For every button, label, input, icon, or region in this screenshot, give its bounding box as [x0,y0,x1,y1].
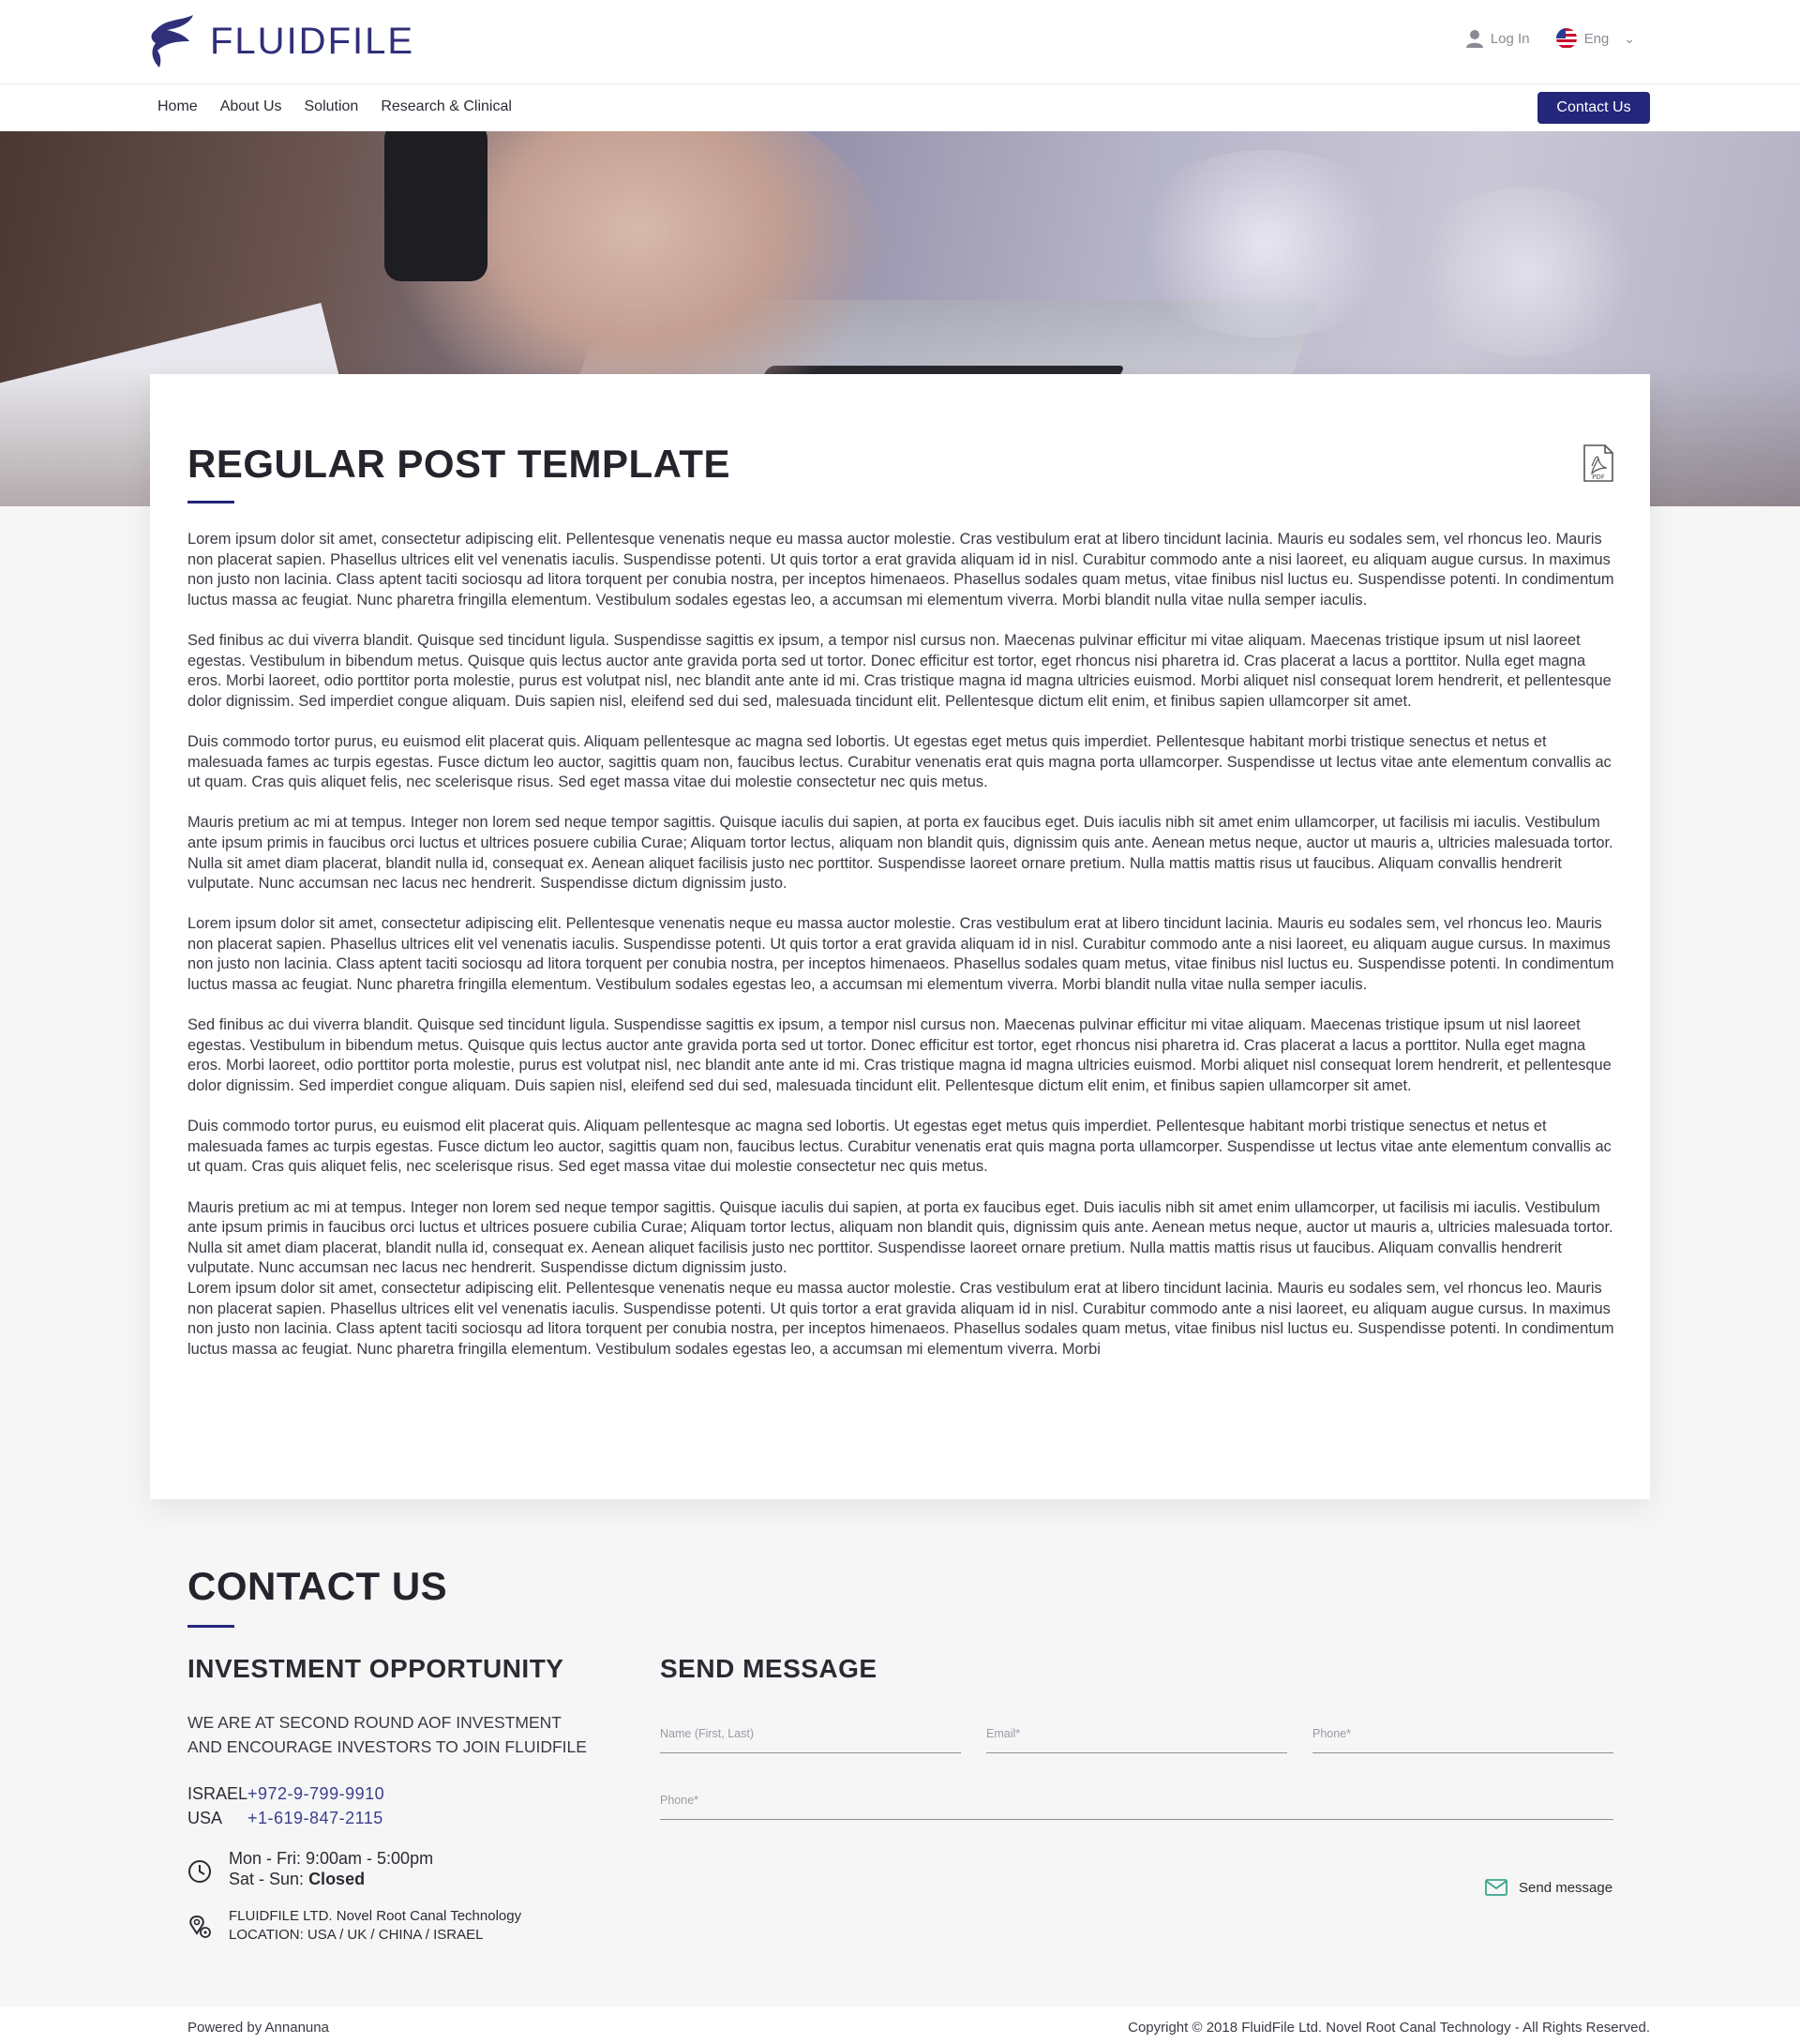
hours-weekday: Mon - Fri: 9:00am - 5:00pm [229,1849,434,1868]
address-line: LOCATION: USA / UK / CHINA / ISRAEL [229,1927,484,1943]
email-field[interactable]: Email* [986,1720,1287,1753]
hours-weekend: Sat - Sun: Closed [229,1869,433,1889]
investment-title: INVESTMENT OPPORTUNITY [188,1654,564,1683]
copyright: Copyright © 2018 FluidFile Ltd. Novel Ro… [1128,2020,1650,2036]
phone-number-link[interactable]: +972-9-799-9910 [248,1781,384,1806]
post-paragraph: Lorem ipsum dolor sit amet, consectetur … [188,915,1614,994]
footer: Powered by Annanuna Copyright © 2018 Flu… [0,2006,1800,2044]
send-message-button[interactable]: Send message [1485,1879,1612,1896]
location-pin-icon [189,1915,211,1938]
post-body: Lorem ipsum dolor sit amet, consectetur … [188,530,1614,1360]
post-paragraph: Lorem ipsum dolor sit amet, consectetur … [188,1279,1614,1358]
post-card: REGULAR POST TEMPLATE PDF Lorem ipsum do… [150,374,1650,1499]
phone-number-link[interactable]: +1-619-847-2115 [248,1806,383,1830]
phone-country: ISRAEL [188,1784,248,1803]
send-message-label: Send message [1519,1879,1613,1896]
post-paragraph: Mauris pretium ac mi at tempus. Integer … [188,814,1613,893]
powered-by[interactable]: Powered by Annanuna [188,2020,329,2036]
contact-underline [188,1625,234,1628]
us-flag-icon [1555,28,1577,49]
send-message-title: SEND MESSAGE [660,1654,878,1683]
language-label: Eng [1583,30,1610,47]
address-line: FLUIDFILE LTD. Novel Root Canal Technolo… [229,1908,522,1924]
clock-icon [188,1860,211,1883]
login-label: Log In [1490,30,1530,47]
phone-row: USA +1-619-847-2115 [188,1806,384,1830]
phone-country: USA [188,1809,223,1827]
post-title: REGULAR POST TEMPLATE [188,442,731,486]
top-right-controls: Log In Eng ⌄ [1465,28,1635,49]
name-field[interactable]: Name (First, Last) [660,1720,961,1753]
svg-text:PDF: PDF [1592,473,1605,481]
nav-item-home[interactable]: Home [158,98,198,115]
fluidfile-logo-icon [151,15,193,68]
post-paragraph: Sed finibus ac dui viverra blandit. Quis… [188,1016,1612,1095]
post-paragraph: Duis commodo tortor purus, eu euismod el… [188,1118,1612,1176]
investment-text: WE ARE AT SECOND ROUND AOF INVESTMENT AN… [188,1710,619,1759]
nav-item-research-clinical[interactable]: Research & Clinical [381,98,512,115]
main-nav: Home About Us Solution Research & Clinic… [0,84,1800,131]
hero-watch [384,131,488,281]
hero-bokeh [1406,188,1650,356]
hours-weekend-label: Sat - Sun: [229,1870,305,1888]
hero-bokeh [1125,150,1406,338]
post-paragraph: Lorem ipsum dolor sit amet, consectetur … [188,531,1614,609]
investment-text-line: WE ARE AT SECOND ROUND AOF INVESTMENT [188,1713,562,1732]
nav-item-about-us[interactable]: About Us [220,98,282,115]
top-header: FLUIDFILE Log In Eng ⌄ [0,0,1800,84]
contact-us-button[interactable]: Contact Us [1538,92,1650,124]
post-paragraph: Duis commodo tortor purus, eu euismod el… [188,732,1612,791]
post-paragraph: Sed finibus ac dui viverra blandit. Quis… [188,631,1612,710]
address-text: FLUIDFILE LTD. Novel Root Canal Technolo… [229,1907,521,1945]
phone-list: ISRAEL +972-9-799-9910 USA +1-619-847-21… [188,1781,384,1830]
opening-hours: Mon - Fri: 9:00am - 5:00pm Sat - Sun: Cl… [188,1848,433,1889]
logo[interactable]: FLUIDFILE [148,13,414,69]
pdf-icon[interactable]: PDF [1582,443,1614,483]
envelope-icon [1485,1879,1508,1896]
logo-text: FLUIDFILE [210,20,415,62]
phone-row: ISRAEL +972-9-799-9910 [188,1781,384,1806]
contact-title: CONTACT US [188,1564,448,1608]
nav-item-solution[interactable]: Solution [305,98,359,115]
title-underline [188,501,234,503]
investment-text-line: AND ENCOURAGE INVESTORS TO JOIN FLUIDFIL… [188,1737,587,1756]
user-icon [1465,30,1483,48]
nav-items: Home About Us Solution Research & Clinic… [158,98,512,115]
post-paragraph: Mauris pretium ac mi at tempus. Integer … [188,1198,1613,1277]
language-selector[interactable]: Eng ⌄ [1555,28,1635,49]
message-field[interactable]: Phone* [660,1786,1613,1820]
chevron-down-icon: ⌄ [1624,30,1635,46]
phone-field[interactable]: Phone* [1312,1720,1613,1753]
hours-text: Mon - Fri: 9:00am - 5:00pm Sat - Sun: Cl… [229,1848,433,1889]
address: FLUIDFILE LTD. Novel Root Canal Technolo… [188,1907,521,1945]
hours-weekend-value: Closed [308,1870,366,1888]
login-link[interactable]: Log In [1465,29,1530,48]
